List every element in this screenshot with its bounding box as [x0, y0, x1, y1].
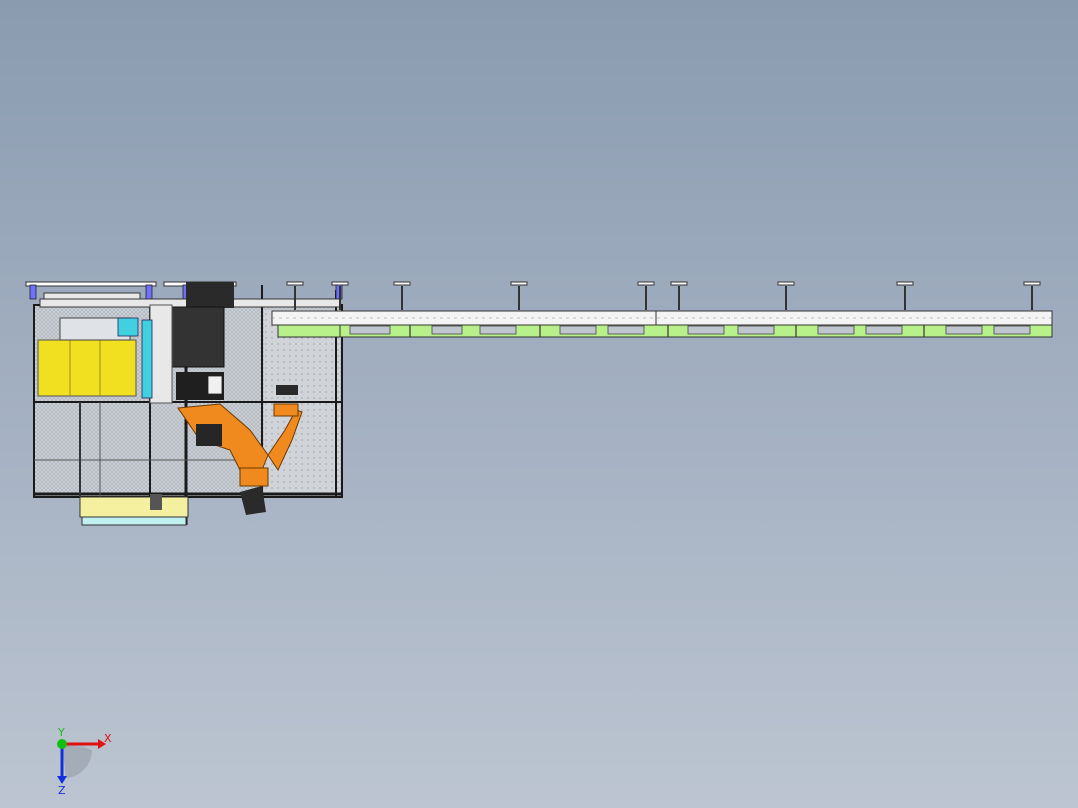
z-axis-label: Z [58, 784, 66, 797]
cell-base-frame[interactable] [79, 494, 189, 526]
y-axis-icon [57, 739, 67, 749]
conveyor-bed[interactable] [277, 324, 1053, 338]
cad-model-scene[interactable] [0, 0, 1078, 808]
conveyor-top-rail[interactable] [271, 310, 1053, 326]
z-arrow-icon [57, 776, 67, 784]
conveyor-support-posts[interactable] [286, 281, 1041, 310]
x-axis-label: X [104, 732, 112, 745]
graphics-viewport[interactable]: X Y Z [0, 0, 1078, 808]
y-axis-label: Y [57, 728, 65, 739]
orientation-triad: X Y Z [57, 728, 112, 797]
